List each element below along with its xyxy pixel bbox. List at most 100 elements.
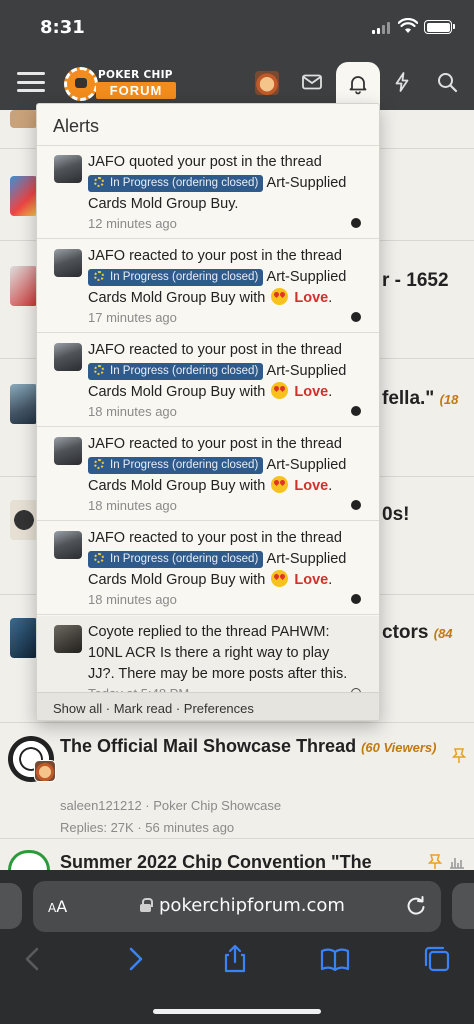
bell-icon (349, 76, 367, 95)
search-icon[interactable] (435, 70, 459, 94)
alert-item[interactable]: JAFO reacted to your post in the thread … (37, 334, 379, 427)
status-bar: 8:31 (0, 0, 474, 56)
url-text[interactable]: pokerchipforum.com (159, 895, 345, 916)
alert-with: with (239, 384, 266, 400)
thread-thumbnail (10, 110, 38, 128)
spinner-icon (94, 271, 104, 281)
poker-chip-logo-icon (64, 67, 98, 101)
alert-username[interactable]: JAFO (88, 530, 125, 546)
bookmarks-icon[interactable] (320, 944, 350, 974)
preferences-link[interactable]: Preferences (184, 701, 254, 716)
alerts-footer: Show all · Mark read · Preferences (37, 692, 379, 720)
alert-time: 18 minutes ago (88, 498, 177, 513)
wifi-icon (398, 18, 418, 33)
thread-title[interactable]: Summer 2022 Chip Convention "The (60, 850, 420, 870)
alert-item[interactable]: JAFO reacted to your post in the thread … (37, 428, 379, 521)
thread-thumbnail (10, 500, 38, 540)
alert-action: reacted to your post in the thread (129, 248, 342, 264)
thread-title-fragment[interactable]: ctors (84 (382, 622, 453, 644)
alert-user-avatar[interactable] (54, 155, 82, 183)
thread-title[interactable]: The Official Mail Showcase Thread (60 Vi… (60, 734, 440, 760)
heart-eyes-emoji-icon (271, 288, 289, 305)
alert-action: quoted your post in the thread (129, 154, 322, 170)
site-logo[interactable]: POKER CHIP FORUM (64, 65, 178, 101)
address-bar[interactable]: AA pokerchipforum.com (33, 881, 441, 932)
thread-thumbnail (10, 618, 38, 658)
alert-item[interactable]: JAFO quoted your post in the thread In P… (37, 146, 379, 239)
alert-time: 12 minutes ago (88, 216, 177, 231)
logo-text-bottom: FORUM (96, 82, 176, 99)
pin-icon (428, 854, 442, 869)
alert-username[interactable]: JAFO (88, 248, 125, 264)
alert-action: reacted to your post in the thread (129, 342, 342, 358)
spinner-icon (94, 459, 104, 469)
thread-prefix-badge: In Progress (ordering closed) (88, 269, 264, 286)
mark-read-dot[interactable] (351, 594, 361, 604)
previous-tab-peek[interactable] (0, 883, 22, 929)
status-time: 8:31 (40, 17, 85, 38)
alert-time: 18 minutes ago (88, 404, 177, 419)
mark-read-dot[interactable] (351, 312, 361, 322)
thread-author-avatar (8, 850, 50, 870)
reaction-label: Love (294, 384, 329, 400)
alert-user-avatar[interactable] (54, 437, 82, 465)
alert-item[interactable]: JAFO reacted to your post in the thread … (37, 240, 379, 333)
thread-thumbnail (10, 384, 38, 424)
mark-read-dot[interactable] (351, 218, 361, 228)
alert-item[interactable]: JAFO reacted to your post in the thread … (37, 522, 379, 615)
thread-thumbnail (10, 176, 38, 216)
lock-icon (140, 898, 153, 912)
reaction-label: Love (294, 290, 329, 306)
pin-icon (452, 748, 466, 763)
alert-username[interactable]: JAFO (88, 342, 125, 358)
thread-prefix-badge: In Progress (ordering closed) (88, 457, 264, 474)
heart-eyes-emoji-icon (271, 476, 289, 493)
alert-text: JAFO reacted to your post in the thread … (88, 530, 347, 588)
alert-text: JAFO reacted to your post in the thread … (88, 436, 347, 494)
mark-read-link[interactable]: Mark read (114, 701, 173, 716)
reaction-label: Love (294, 572, 329, 588)
alert-action: replied to the thread (137, 624, 267, 640)
back-icon[interactable] (18, 944, 48, 974)
last-poster-avatar (34, 760, 56, 782)
alert-action: reacted to your post in the thread (129, 436, 342, 452)
alert-user-avatar[interactable] (54, 249, 82, 277)
forward-icon[interactable] (120, 944, 150, 974)
next-tab-peek[interactable] (452, 883, 474, 929)
thread-title-fragment[interactable]: 0s! (382, 504, 409, 526)
mark-read-dot[interactable] (351, 500, 361, 510)
thread-title-fragment[interactable]: fella." (18 (382, 388, 458, 410)
thread-prefix-badge: In Progress (ordering closed) (88, 175, 264, 192)
alerts-title: Alerts (53, 116, 100, 136)
lightning-bolt-icon[interactable] (390, 70, 414, 94)
alert-username[interactable]: Coyote (88, 624, 134, 640)
mark-read-dot[interactable] (351, 406, 361, 416)
reload-icon[interactable] (405, 895, 427, 917)
alert-user-avatar[interactable] (54, 625, 82, 653)
thread-title-fragment[interactable]: r - 1652 (382, 270, 449, 292)
envelope-icon[interactable] (300, 70, 324, 94)
alert-text: JAFO quoted your post in the thread In P… (88, 152, 358, 215)
home-indicator (153, 1009, 321, 1014)
battery-icon (424, 20, 455, 34)
user-avatar[interactable] (255, 71, 279, 95)
thread-thumbnail (10, 266, 38, 306)
tabs-icon[interactable] (422, 944, 452, 974)
spinner-icon (94, 553, 104, 563)
share-icon[interactable] (220, 944, 250, 974)
alert-username[interactable]: JAFO (88, 436, 125, 452)
thread-prefix-badge: In Progress (ordering closed) (88, 551, 264, 568)
alert-user-avatar[interactable] (54, 343, 82, 371)
thread-replies: Replies: 27K · 56 minutes ago (60, 820, 235, 835)
spinner-icon (94, 365, 104, 375)
alerts-popup: Alerts JAFO quoted your post in the thre… (36, 103, 380, 721)
menu-icon[interactable] (17, 70, 45, 94)
spinner-icon (94, 177, 104, 187)
reader-options-button[interactable]: AA (48, 897, 67, 916)
alert-user-avatar[interactable] (54, 531, 82, 559)
alert-text: Coyote replied to the thread PAHWM: 10NL… (88, 622, 358, 685)
alert-username[interactable]: JAFO (88, 154, 125, 170)
alert-item[interactable]: Coyote replied to the thread PAHWM: 10NL… (37, 616, 379, 692)
show-all-link[interactable]: Show all (53, 701, 102, 716)
logo-text-top: POKER CHIP (98, 69, 173, 81)
